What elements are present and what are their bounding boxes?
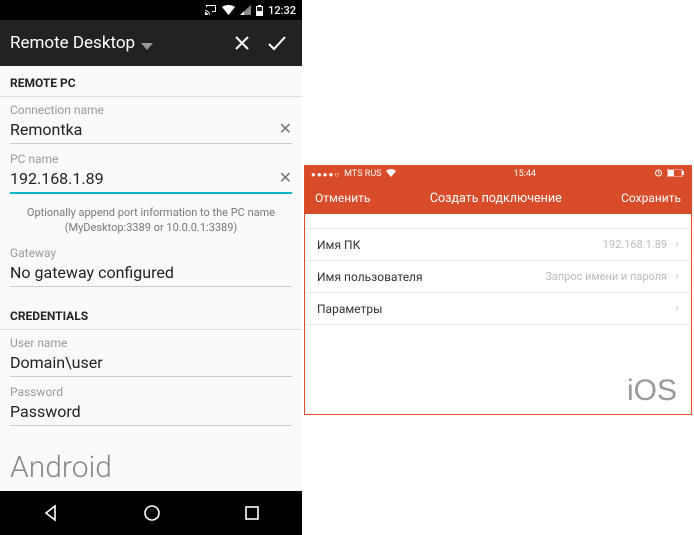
username-field[interactable]: User name Domain\user xyxy=(0,334,302,383)
divider xyxy=(0,329,302,330)
carrier-label: MTS RUS xyxy=(344,169,381,179)
android-screen: 12:32 Remote Desktop REMOTE PC Connectio… xyxy=(0,0,302,535)
pc-name-field[interactable]: PC name 192.168.1.89 ✕ xyxy=(0,150,302,200)
chevron-right-icon: › xyxy=(675,269,679,284)
username-label: Имя пользователя xyxy=(317,270,423,284)
nav-back-icon[interactable] xyxy=(41,503,61,523)
section-credentials: CREDENTIALS xyxy=(0,299,302,329)
pc-name-value[interactable]: 192.168.1.89 xyxy=(10,167,292,194)
connection-name-field[interactable]: Connection name Remontka ✕ xyxy=(0,101,302,150)
android-form: REMOTE PC Connection name Remontka ✕ PC … xyxy=(0,66,302,491)
clear-icon[interactable]: ✕ xyxy=(279,168,292,187)
username-input[interactable]: Domain\user xyxy=(10,351,292,377)
wifi-icon xyxy=(222,5,235,15)
gateway-label: Gateway xyxy=(10,246,292,260)
nav-recent-icon[interactable] xyxy=(243,504,261,522)
ios-row-username[interactable]: Имя пользователя Запрос имени и пароля › xyxy=(305,261,691,293)
password-field[interactable]: Password Password xyxy=(0,383,302,432)
password-label: Password xyxy=(10,385,292,399)
battery-icon xyxy=(667,169,685,180)
connection-name-label: Connection name xyxy=(10,103,292,117)
cancel-button[interactable]: Отменить xyxy=(315,191,370,205)
username-label: User name xyxy=(10,336,292,350)
cast-icon xyxy=(205,5,217,15)
status-time: 12:32 xyxy=(268,4,296,17)
signal-dots-icon: ●●●●○ xyxy=(311,170,340,179)
alarm-icon xyxy=(654,168,663,180)
gateway-value[interactable]: No gateway configured xyxy=(10,261,292,287)
header-title: Remote Desktop xyxy=(10,33,135,53)
ios-header: Отменить Создать подключение Сохранить xyxy=(305,182,691,214)
android-header: Remote Desktop xyxy=(0,20,302,66)
dropdown-icon[interactable] xyxy=(141,43,153,50)
chevron-right-icon: › xyxy=(675,237,679,252)
confirm-button[interactable] xyxy=(266,33,292,53)
signal-icon xyxy=(240,5,251,15)
ios-form: Имя ПК 192.168.1.89 › Имя пользователя З… xyxy=(305,228,691,325)
gateway-field[interactable]: Gateway No gateway configured xyxy=(0,244,302,293)
ios-time: 15:44 xyxy=(396,169,654,179)
clear-icon[interactable]: ✕ xyxy=(279,119,292,138)
divider xyxy=(0,96,302,97)
ios-screen: ●●●●○ MTS RUS 15:44 Отменить Создать под… xyxy=(304,165,692,415)
connection-name-value[interactable]: Remontka xyxy=(10,118,292,144)
ios-row-params[interactable]: Параметры › xyxy=(305,293,691,325)
platform-label-android: Android xyxy=(10,450,112,485)
pc-name-value: 192.168.1.89 xyxy=(360,238,671,251)
battery-icon xyxy=(256,5,263,16)
chevron-right-icon: › xyxy=(675,301,679,316)
section-remote-pc: REMOTE PC xyxy=(0,66,302,96)
cancel-button[interactable] xyxy=(232,33,258,53)
password-input[interactable]: Password xyxy=(10,400,292,426)
header-title: Создать подключение xyxy=(370,191,621,206)
ios-row-pc-name[interactable]: Имя ПК 192.168.1.89 › xyxy=(305,229,691,261)
platform-label-ios: iOS xyxy=(627,374,677,408)
ios-status-bar: ●●●●○ MTS RUS 15:44 xyxy=(305,166,691,182)
android-navbar xyxy=(0,491,302,535)
pc-name-label: PC name xyxy=(10,152,292,166)
params-label: Параметры xyxy=(317,302,382,316)
pc-name-hint: Optionally append port information to th… xyxy=(0,200,302,244)
pc-name-label: Имя ПК xyxy=(317,238,360,252)
save-button[interactable]: Сохранить xyxy=(621,191,681,205)
nav-home-icon[interactable] xyxy=(142,503,162,523)
username-value: Запрос имени и пароля xyxy=(423,270,672,283)
wifi-icon xyxy=(386,169,396,180)
android-status-bar: 12:32 xyxy=(0,0,302,20)
